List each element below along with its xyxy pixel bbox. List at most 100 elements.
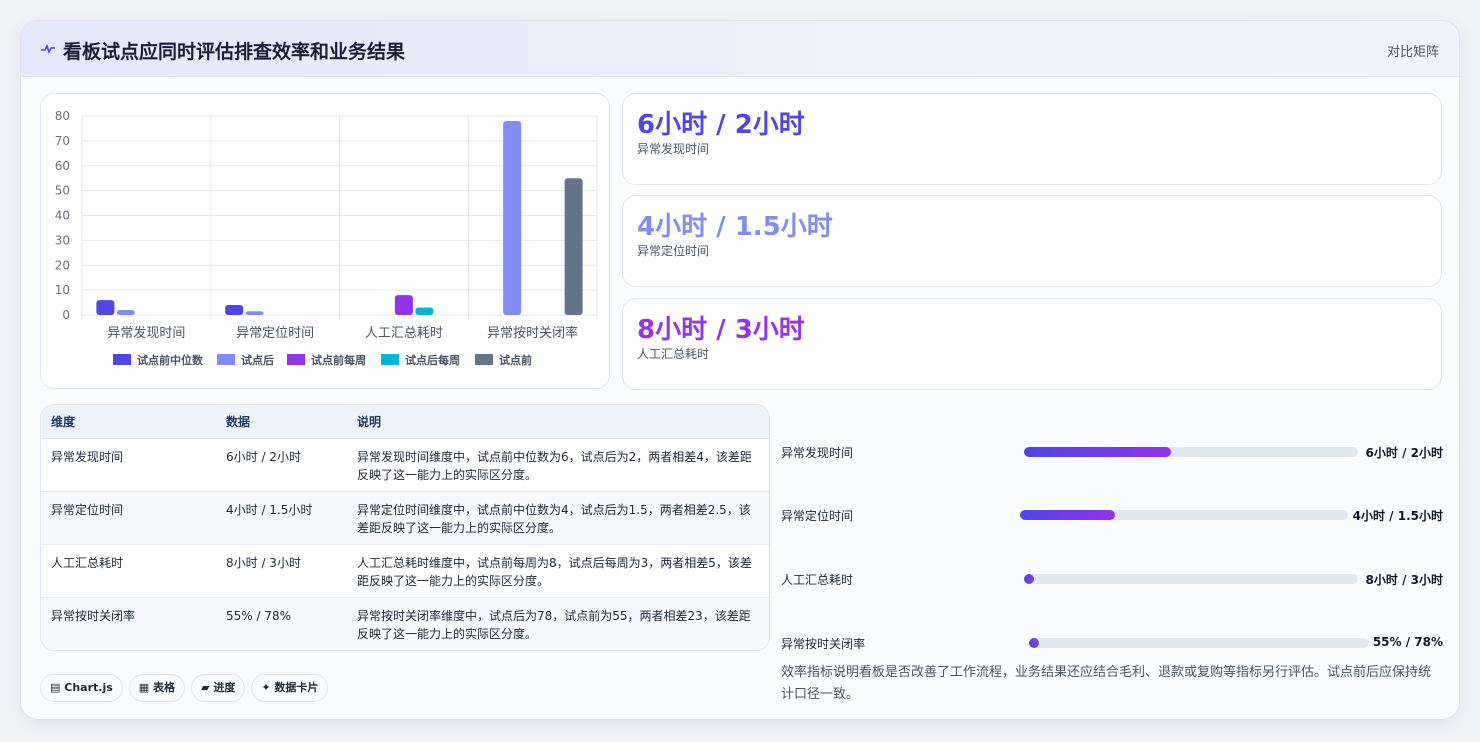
bar bbox=[415, 307, 434, 315]
tag-chartjs[interactable]: ▤ Chart.js bbox=[40, 674, 123, 702]
x-tick-label: 人工汇总耗时 bbox=[365, 326, 443, 341]
comparison-table: 维度 数据 说明 异常发现时间 6小时 / 2小时 异常发现时间维度中，试点前中… bbox=[41, 405, 769, 650]
kpi-card-discovery: 6小时 / 2小时 异常发现时间 bbox=[622, 93, 1442, 185]
progress-fill bbox=[1024, 447, 1171, 457]
table-cell: 6小时 / 2小时 bbox=[216, 438, 347, 492]
table-cell: 异常定位时间维度中，试点前中位数为4，试点后为1.5，两者相差2.5，该差距反映… bbox=[347, 491, 769, 545]
progress-icon: ▰ bbox=[201, 681, 210, 694]
feature-tags: ▤ Chart.js ▦ 表格 ▰ 进度 ✦ 数据卡片 bbox=[40, 674, 334, 702]
legend-label: 试点前每周 bbox=[311, 353, 366, 367]
progress-track bbox=[1020, 510, 1348, 520]
compare-matrix-label[interactable]: 对比矩阵 bbox=[1387, 41, 1439, 60]
legend-swatch bbox=[475, 354, 493, 365]
bar bbox=[225, 305, 244, 315]
x-tick-label: 异常定位时间 bbox=[236, 326, 314, 341]
kpi-label: 人工汇总耗时 bbox=[637, 347, 710, 361]
progress-fill bbox=[1029, 638, 1039, 648]
bar bbox=[245, 311, 264, 315]
progress-value: 8小时 / 3小时 bbox=[1365, 573, 1443, 587]
x-tick-label: 异常按时关闭率 bbox=[487, 325, 578, 341]
bar bbox=[503, 120, 522, 315]
progress-fill bbox=[1020, 510, 1116, 520]
progress-track bbox=[1024, 447, 1358, 457]
pulse-icon bbox=[41, 43, 55, 55]
bar-chart: 0 10 20 30 40 50 60 70 80 异常发现时间 异常定位时间 人工汇总耗时 异常按时关… bbox=[55, 109, 598, 367]
column-header: 说明 bbox=[347, 405, 769, 439]
tag-data-card[interactable]: ✦ 数据卡片 bbox=[251, 674, 329, 702]
table-cell: 55% / 78% bbox=[226, 608, 292, 623]
x-tick-label: 异常发现时间 bbox=[107, 325, 185, 341]
progress-list: 异常发现时间 6小时 / 2小时 异常定位时间 4小时 / 1.5小时 人工汇总… bbox=[781, 404, 1443, 654]
table-cell: 人工汇总耗时 bbox=[41, 544, 216, 598]
table-cell: 异常发现时间 bbox=[41, 438, 216, 492]
kpi-value: 4小时 / 1.5小时 bbox=[637, 212, 833, 242]
legend-swatch bbox=[287, 354, 305, 365]
progress-row: 异常按时关闭率 55% / 78% bbox=[781, 633, 1443, 653]
panel-header: 看板试点应同时评估排查效率和业务结果 对比矩阵 bbox=[21, 21, 1459, 77]
bar bbox=[96, 300, 115, 315]
progress-value: 4小时 / 1.5小时 bbox=[1352, 509, 1443, 523]
kpi-value: 8小时 / 3小时 bbox=[637, 315, 805, 345]
kpi-label: 异常定位时间 bbox=[637, 244, 710, 258]
progress-label: 异常按时关闭率 bbox=[781, 637, 866, 651]
table-cell: 异常按时关闭率维度中，试点后为78，试点前为55，两者相差23，该差距反映了这一… bbox=[357, 608, 751, 641]
y-tick-label: 20 bbox=[55, 258, 70, 272]
y-tick-label: 60 bbox=[55, 159, 70, 173]
comparison-table-card: 维度 数据 说明 异常发现时间 6小时 / 2小时 异常发现时间维度中，试点前中… bbox=[40, 404, 770, 651]
legend-label: 试点后 bbox=[241, 353, 274, 367]
progress-label: 异常发现时间 bbox=[781, 446, 854, 460]
table-cell: 异常定位时间 bbox=[41, 491, 216, 545]
tag-label: 数据卡片 bbox=[274, 681, 319, 694]
bar bbox=[394, 295, 413, 315]
table-cell: 8小时 / 3小时 bbox=[216, 544, 347, 598]
progress-row: 异常发现时间 6小时 / 2小时 bbox=[781, 442, 1443, 462]
progress-track bbox=[1024, 574, 1358, 584]
kpi-label: 异常发现时间 bbox=[637, 142, 710, 156]
table-row: 异常发现时间 6小时 / 2小时 异常发现时间维度中，试点前中位数为6，试点后为… bbox=[41, 438, 769, 492]
tag-progress[interactable]: ▰ 进度 bbox=[191, 674, 246, 702]
page-title: 看板试点应同时评估排查效率和业务结果 bbox=[63, 41, 406, 63]
y-tick-label: 40 bbox=[55, 209, 70, 223]
progress-fill bbox=[1024, 574, 1034, 584]
kpi-value: 6小时 / 2小时 bbox=[637, 110, 805, 140]
tag-table[interactable]: ▦ 表格 bbox=[128, 674, 186, 702]
sparkle-icon: ✦ bbox=[261, 681, 271, 694]
legend-label: 试点前 bbox=[499, 353, 532, 367]
legend-swatch bbox=[217, 354, 235, 365]
main-panel: 看板试点应同时评估排查效率和业务结果 对比矩阵 0 10 20 30 40 50 60 70 8… bbox=[20, 20, 1460, 720]
table-cell: 异常按时关闭率 bbox=[51, 608, 136, 623]
explanation-note: 效率指标说明看板是否改善了工作流程，业务结果还应结合毛利、退款或复购等指标另行评… bbox=[781, 665, 1432, 702]
y-tick-label: 80 bbox=[55, 109, 70, 123]
y-tick-label: 0 bbox=[62, 308, 70, 322]
chart-icon: ▤ bbox=[50, 681, 61, 694]
kpi-card-location: 4小时 / 1.5小时 异常定位时间 bbox=[622, 195, 1442, 287]
y-tick-label: 30 bbox=[55, 233, 70, 247]
table-cell: 人工汇总耗时维度中，试点前每周为8，试点后每周为3，两者相差5，该差距反映了这一… bbox=[347, 544, 769, 598]
progress-track bbox=[1029, 638, 1369, 648]
table-row: 异常定位时间 4小时 / 1.5小时 异常定位时间维度中，试点前中位数为4，试点… bbox=[41, 491, 769, 545]
legend-label: 试点前中位数 bbox=[137, 353, 204, 367]
table-cell: 异常发现时间维度中，试点前中位数为6，试点后为2，两者相差4，该差距反映了这一能… bbox=[347, 438, 769, 492]
table-header-row: 维度 数据 说明 bbox=[41, 405, 769, 439]
y-tick-label: 50 bbox=[55, 184, 70, 198]
table-row: 异常按时关闭率 55% / 78% 异常按时关闭率维度中，试点后为78，试点前为… bbox=[41, 597, 769, 650]
tag-label: 表格 bbox=[153, 681, 176, 694]
progress-label: 异常定位时间 bbox=[781, 509, 854, 523]
tag-label: Chart.js bbox=[64, 681, 113, 694]
bar bbox=[564, 178, 583, 315]
table-row: 人工汇总耗时 8小时 / 3小时 人工汇总耗时维度中，试点前每周为8，试点后每周… bbox=[41, 544, 769, 598]
y-tick-label: 70 bbox=[55, 134, 70, 148]
column-header: 数据 bbox=[216, 405, 347, 439]
table-cell: 4小时 / 1.5小时 bbox=[216, 491, 347, 545]
column-header: 维度 bbox=[41, 405, 216, 439]
table-icon: ▦ bbox=[138, 681, 150, 694]
bar-chart-card: 0 10 20 30 40 50 60 70 80 异常发现时间 异常定位时间 人工汇总耗时 异常按时关… bbox=[40, 93, 610, 389]
kpi-card-manual: 8小时 / 3小时 人工汇总耗时 bbox=[622, 298, 1442, 390]
legend-swatch bbox=[381, 354, 399, 365]
tag-label: 进度 bbox=[213, 681, 236, 694]
progress-label: 人工汇总耗时 bbox=[781, 573, 854, 587]
progress-row: 人工汇总耗时 8小时 / 3小时 bbox=[781, 569, 1443, 589]
y-tick-label: 10 bbox=[55, 283, 70, 297]
progress-row: 异常定位时间 4小时 / 1.5小时 bbox=[781, 505, 1443, 525]
bar bbox=[116, 310, 135, 315]
